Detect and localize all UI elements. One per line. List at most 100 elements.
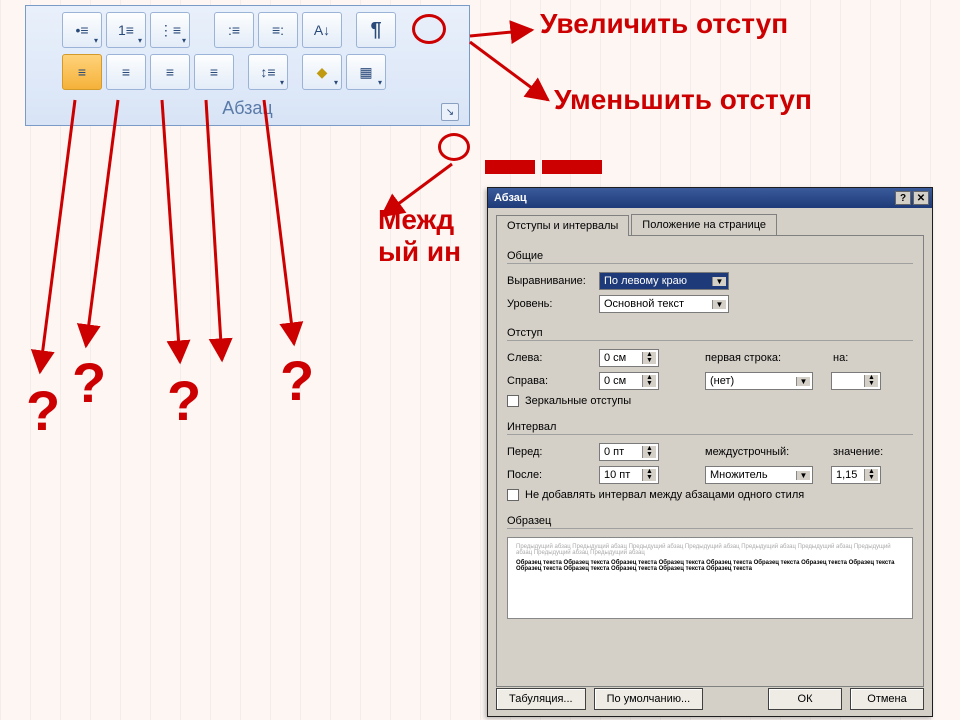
indent-right-label: Справа: bbox=[507, 375, 599, 387]
indent-right-value: 0 см bbox=[604, 375, 626, 387]
shading-button[interactable]: ◆ bbox=[302, 54, 342, 90]
linespace-value-spin[interactable]: 1,15 ▲▼ bbox=[831, 466, 881, 484]
multilevel-list-button[interactable]: ⋮≡ bbox=[150, 12, 190, 48]
no-add-space-checkbox[interactable] bbox=[507, 489, 519, 501]
pilcrow-icon: ¶ bbox=[370, 19, 381, 42]
qmark-1: ? bbox=[26, 378, 60, 443]
level-combo[interactable]: Основной текст ▼ bbox=[599, 295, 729, 313]
decrease-indent-button[interactable]: :≡ bbox=[214, 12, 254, 48]
dialog-help-button[interactable]: ? bbox=[895, 191, 911, 205]
tab-page-position[interactable]: Положение на странице bbox=[631, 214, 777, 235]
shading-icon: ◆ bbox=[317, 64, 328, 81]
dialog-titlebar: Абзац ? ✕ bbox=[488, 188, 932, 208]
sort-button[interactable]: А↓ bbox=[302, 12, 342, 48]
no-add-space-label: Не добавлять интервал между абзацами одн… bbox=[525, 489, 804, 501]
preview-box: Предыдущий абзац Предыдущий абзац Предыд… bbox=[507, 537, 913, 619]
indent-by-spin[interactable]: ▲▼ bbox=[831, 372, 881, 390]
dialog-close-button[interactable]: ✕ bbox=[913, 191, 929, 205]
group-spacing: Интервал bbox=[507, 421, 913, 435]
ribbon-row-2: ≡ ≡ ≡ ≡ ↕≡ ◆ ▦ bbox=[32, 54, 463, 90]
qmark-2: ? bbox=[72, 350, 106, 415]
line-spacing-icon: ↕≡ bbox=[260, 64, 275, 80]
value-label: значение: bbox=[833, 446, 893, 458]
ribbon-row-1: •≡ 1≡ ⋮≡ :≡ ≡: А↓ ¶ bbox=[32, 12, 463, 48]
spacing-before-value: 0 пт bbox=[604, 446, 624, 458]
align-right-icon: ≡ bbox=[166, 64, 174, 80]
linespace-combo[interactable]: Множитель ▼ bbox=[705, 466, 813, 484]
group-general: Общие bbox=[507, 250, 913, 264]
show-paragraph-marks-button[interactable]: ¶ bbox=[356, 12, 396, 48]
increase-indent-icon: ≡: bbox=[272, 22, 284, 38]
qmark-4: ? bbox=[280, 348, 314, 413]
line-spacing-button[interactable]: ↕≡ bbox=[248, 54, 288, 90]
paragraph-dialog: Абзац ? ✕ Отступы и интервалы Положение … bbox=[487, 187, 933, 717]
dialog-tab-panel: Общие Выравнивание: По левому краю▼ Уров… bbox=[496, 235, 924, 687]
callout-increase-indent: Увеличить отступ bbox=[540, 8, 788, 40]
align-left-icon: ≡ bbox=[78, 64, 86, 80]
spin-buttons-icon: ▲▼ bbox=[642, 352, 656, 364]
indent-left-value: 0 см bbox=[604, 352, 626, 364]
dialog-tabs: Отступы и интервалы Положение на страниц… bbox=[488, 208, 932, 235]
borders-button[interactable]: ▦ bbox=[346, 54, 386, 90]
red-bar-2 bbox=[542, 160, 602, 174]
tab-indents-spacing[interactable]: Отступы и интервалы bbox=[496, 215, 629, 236]
callout-interline-partial: Межд ый ин bbox=[378, 204, 461, 268]
cancel-button[interactable]: Отмена bbox=[850, 688, 924, 710]
level-label: Уровень: bbox=[507, 298, 599, 310]
ribbon-group-title: Абзац ↘ bbox=[32, 96, 463, 123]
level-value: Основной текст bbox=[604, 298, 684, 310]
increase-indent-button[interactable]: ≡: bbox=[258, 12, 298, 48]
chevron-down-icon: ▼ bbox=[712, 300, 726, 309]
red-bar-1 bbox=[485, 160, 535, 174]
mirror-indents-checkbox[interactable] bbox=[507, 395, 519, 407]
bullets-icon: •≡ bbox=[75, 22, 88, 38]
ribbon-group-label: Абзац bbox=[222, 98, 273, 118]
chevron-down-icon: ▼ bbox=[796, 377, 810, 386]
sort-icon: А↓ bbox=[314, 22, 330, 38]
spacing-before-spin[interactable]: 0 пт ▲▼ bbox=[599, 443, 659, 461]
dialog-title: Абзац bbox=[494, 192, 527, 204]
align-center-icon: ≡ bbox=[122, 64, 130, 80]
spin-buttons-icon: ▲▼ bbox=[642, 446, 656, 458]
alignment-label: Выравнивание: bbox=[507, 275, 599, 287]
spin-buttons-icon: ▲▼ bbox=[864, 469, 878, 481]
tabs-button[interactable]: Табуляция... bbox=[496, 688, 586, 710]
bullets-button[interactable]: •≡ bbox=[62, 12, 102, 48]
align-center-button[interactable]: ≡ bbox=[106, 54, 146, 90]
align-right-button[interactable]: ≡ bbox=[150, 54, 190, 90]
linespace-value: Множитель bbox=[710, 469, 768, 481]
multilevel-icon: ⋮≡ bbox=[159, 22, 181, 39]
ribbon-paragraph-group: •≡ 1≡ ⋮≡ :≡ ≡: А↓ ¶ ≡ ≡ ≡ ≡ ↕≡ ◆ ▦ Абзац… bbox=[25, 5, 470, 126]
align-left-button[interactable]: ≡ bbox=[62, 54, 102, 90]
dialog-launcher-button[interactable]: ↘ bbox=[441, 103, 459, 121]
spacing-before-label: Перед: bbox=[507, 446, 599, 458]
linespace-value-value: 1,15 bbox=[836, 469, 857, 481]
indent-left-label: Слева: bbox=[507, 352, 599, 364]
preview-black-text: Образец текста Образец текста Образец те… bbox=[516, 560, 904, 572]
indent-left-spin[interactable]: 0 см ▲▼ bbox=[599, 349, 659, 367]
group-preview: Образец bbox=[507, 515, 913, 529]
indent-right-spin[interactable]: 0 см ▲▼ bbox=[599, 372, 659, 390]
spacing-after-spin[interactable]: 10 пт▲▼ bbox=[599, 466, 659, 484]
callout-decrease-indent: Уменьшить отступ bbox=[554, 84, 812, 116]
preview-grey-text: Предыдущий абзац Предыдущий абзац Предыд… bbox=[516, 544, 904, 556]
linespace-label: междустрочный: bbox=[705, 446, 805, 458]
indent-by-label: на: bbox=[833, 352, 863, 364]
group-indent: Отступ bbox=[507, 327, 913, 341]
firstline-combo[interactable]: (нет)▼ bbox=[705, 372, 813, 390]
firstline-label: первая строка: bbox=[705, 352, 805, 364]
dialog-button-row: Табуляция... По умолчанию... ОК Отмена bbox=[496, 688, 924, 710]
numbering-icon: 1≡ bbox=[118, 22, 134, 38]
spin-buttons-icon: ▲▼ bbox=[864, 375, 878, 387]
default-button[interactable]: По умолчанию... bbox=[594, 688, 704, 710]
numbering-button[interactable]: 1≡ bbox=[106, 12, 146, 48]
alignment-combo[interactable]: По левому краю▼ bbox=[599, 272, 729, 290]
decrease-indent-icon: :≡ bbox=[228, 22, 240, 38]
spin-buttons-icon: ▲▼ bbox=[642, 375, 656, 387]
justify-button[interactable]: ≡ bbox=[194, 54, 234, 90]
mirror-indents-label: Зеркальные отступы bbox=[525, 395, 631, 407]
chevron-down-icon: ▼ bbox=[796, 471, 810, 480]
ok-button[interactable]: ОК bbox=[768, 688, 842, 710]
justify-icon: ≡ bbox=[210, 64, 218, 80]
highlight-circle-pilcrow bbox=[412, 14, 446, 44]
